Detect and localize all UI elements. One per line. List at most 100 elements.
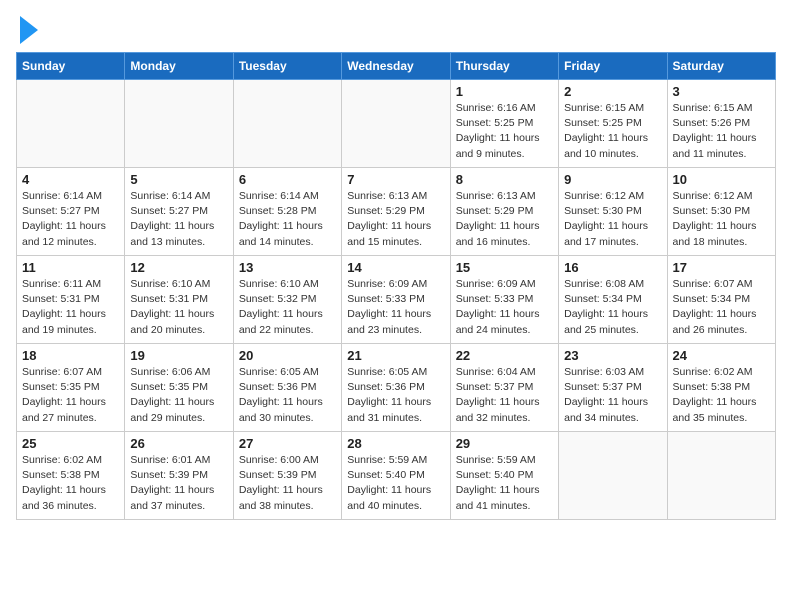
- calendar-cell: 2 Sunrise: 6:15 AMSunset: 5:25 PMDaylight…: [559, 80, 667, 168]
- calendar-cell: 13 Sunrise: 6:10 AMSunset: 5:32 PMDayligh…: [233, 256, 341, 344]
- calendar-cell: 27 Sunrise: 6:00 AMSunset: 5:39 PMDayligh…: [233, 432, 341, 520]
- day-info: Sunrise: 5:59 AMSunset: 5:40 PMDaylight:…: [347, 453, 444, 514]
- day-info: Sunrise: 6:02 AMSunset: 5:38 PMDaylight:…: [22, 453, 119, 514]
- calendar-cell: [233, 80, 341, 168]
- calendar-cell: 21 Sunrise: 6:05 AMSunset: 5:36 PMDayligh…: [342, 344, 450, 432]
- day-number: 6: [239, 172, 336, 187]
- day-number: 12: [130, 260, 227, 275]
- day-info: Sunrise: 6:14 AMSunset: 5:28 PMDaylight:…: [239, 189, 336, 250]
- logo: [16, 16, 38, 44]
- calendar-cell: [342, 80, 450, 168]
- day-number: 9: [564, 172, 661, 187]
- calendar-cell: [125, 80, 233, 168]
- calendar-cell: [559, 432, 667, 520]
- calendar-cell: 16Sunrise: 6:08 AMSunset: 5:34 PMDayligh…: [559, 256, 667, 344]
- calendar-cell: 1Sunrise: 6:16 AMSunset: 5:25 PMDaylight…: [450, 80, 558, 168]
- day-number: 20: [239, 348, 336, 363]
- day-info: Sunrise: 6:09 AMSunset: 5:33 PMDaylight:…: [456, 277, 553, 338]
- calendar-cell: 7 Sunrise: 6:13 AMSunset: 5:29 PMDaylight…: [342, 168, 450, 256]
- calendar-cell: 8 Sunrise: 6:13 AMSunset: 5:29 PMDaylight…: [450, 168, 558, 256]
- day-number: 27: [239, 436, 336, 451]
- calendar-cell: 23 Sunrise: 6:03 AMSunset: 5:37 PMDayligh…: [559, 344, 667, 432]
- day-number: 11: [22, 260, 119, 275]
- day-number: 21: [347, 348, 444, 363]
- calendar-week-4: 25 Sunrise: 6:02 AMSunset: 5:38 PMDayligh…: [17, 432, 776, 520]
- day-number: 24: [673, 348, 770, 363]
- calendar-cell: 28Sunrise: 5:59 AMSunset: 5:40 PMDayligh…: [342, 432, 450, 520]
- calendar-cell: 24 Sunrise: 6:02 AMSunset: 5:38 PMDayligh…: [667, 344, 775, 432]
- weekday-header-sunday: Sunday: [17, 53, 125, 80]
- day-info: Sunrise: 6:01 AMSunset: 5:39 PMDaylight:…: [130, 453, 227, 514]
- weekday-header-tuesday: Tuesday: [233, 53, 341, 80]
- day-info: Sunrise: 6:05 AMSunset: 5:36 PMDaylight:…: [239, 365, 336, 426]
- day-info: Sunrise: 6:14 AMSunset: 5:27 PMDaylight:…: [22, 189, 119, 250]
- calendar-cell: 18 Sunrise: 6:07 AMSunset: 5:35 PMDayligh…: [17, 344, 125, 432]
- day-info: Sunrise: 6:02 AMSunset: 5:38 PMDaylight:…: [673, 365, 770, 426]
- day-info: Sunrise: 6:13 AMSunset: 5:29 PMDaylight:…: [456, 189, 553, 250]
- day-info: Sunrise: 6:06 AMSunset: 5:35 PMDaylight:…: [130, 365, 227, 426]
- day-info: Sunrise: 6:07 AMSunset: 5:35 PMDaylight:…: [22, 365, 119, 426]
- calendar-cell: [667, 432, 775, 520]
- calendar-cell: 14 Sunrise: 6:09 AMSunset: 5:33 PMDayligh…: [342, 256, 450, 344]
- calendar-cell: 29Sunrise: 5:59 AMSunset: 5:40 PMDayligh…: [450, 432, 558, 520]
- day-info: Sunrise: 6:10 AMSunset: 5:32 PMDaylight:…: [239, 277, 336, 338]
- day-number: 8: [456, 172, 553, 187]
- day-number: 17: [673, 260, 770, 275]
- weekday-header-wednesday: Wednesday: [342, 53, 450, 80]
- calendar-cell: 6 Sunrise: 6:14 AMSunset: 5:28 PMDaylight…: [233, 168, 341, 256]
- calendar-cell: 12 Sunrise: 6:10 AMSunset: 5:31 PMDayligh…: [125, 256, 233, 344]
- day-number: 7: [347, 172, 444, 187]
- day-info: Sunrise: 6:12 AMSunset: 5:30 PMDaylight:…: [564, 189, 661, 250]
- calendar-cell: 15 Sunrise: 6:09 AMSunset: 5:33 PMDayligh…: [450, 256, 558, 344]
- day-number: 4: [22, 172, 119, 187]
- day-number: 15: [456, 260, 553, 275]
- day-info: Sunrise: 6:14 AMSunset: 5:27 PMDaylight:…: [130, 189, 227, 250]
- day-number: 3: [673, 84, 770, 99]
- day-number: 14: [347, 260, 444, 275]
- calendar-table: SundayMondayTuesdayWednesdayThursdayFrid…: [16, 52, 776, 520]
- calendar-week-2: 11 Sunrise: 6:11 AMSunset: 5:31 PMDayligh…: [17, 256, 776, 344]
- weekday-header-saturday: Saturday: [667, 53, 775, 80]
- weekday-header-thursday: Thursday: [450, 53, 558, 80]
- page-header: [16, 16, 776, 44]
- day-info: Sunrise: 6:11 AMSunset: 5:31 PMDaylight:…: [22, 277, 119, 338]
- day-number: 13: [239, 260, 336, 275]
- calendar-cell: 5 Sunrise: 6:14 AMSunset: 5:27 PMDaylight…: [125, 168, 233, 256]
- weekday-header-friday: Friday: [559, 53, 667, 80]
- calendar-week-3: 18 Sunrise: 6:07 AMSunset: 5:35 PMDayligh…: [17, 344, 776, 432]
- day-info: Sunrise: 6:10 AMSunset: 5:31 PMDaylight:…: [130, 277, 227, 338]
- day-info: Sunrise: 6:15 AMSunset: 5:25 PMDaylight:…: [564, 101, 661, 162]
- calendar-header-row: SundayMondayTuesdayWednesdayThursdayFrid…: [17, 53, 776, 80]
- day-info: Sunrise: 6:08 AMSunset: 5:34 PMDaylight:…: [564, 277, 661, 338]
- calendar-week-0: 1Sunrise: 6:16 AMSunset: 5:25 PMDaylight…: [17, 80, 776, 168]
- day-info: Sunrise: 6:09 AMSunset: 5:33 PMDaylight:…: [347, 277, 444, 338]
- day-info: Sunrise: 6:03 AMSunset: 5:37 PMDaylight:…: [564, 365, 661, 426]
- day-number: 10: [673, 172, 770, 187]
- day-number: 1: [456, 84, 553, 99]
- calendar-cell: 9 Sunrise: 6:12 AMSunset: 5:30 PMDaylight…: [559, 168, 667, 256]
- day-info: Sunrise: 6:12 AMSunset: 5:30 PMDaylight:…: [673, 189, 770, 250]
- calendar-cell: 26 Sunrise: 6:01 AMSunset: 5:39 PMDayligh…: [125, 432, 233, 520]
- calendar-cell: 11 Sunrise: 6:11 AMSunset: 5:31 PMDayligh…: [17, 256, 125, 344]
- day-info: Sunrise: 6:04 AMSunset: 5:37 PMDaylight:…: [456, 365, 553, 426]
- day-number: 23: [564, 348, 661, 363]
- day-number: 22: [456, 348, 553, 363]
- calendar-cell: 19 Sunrise: 6:06 AMSunset: 5:35 PMDayligh…: [125, 344, 233, 432]
- day-info: Sunrise: 6:05 AMSunset: 5:36 PMDaylight:…: [347, 365, 444, 426]
- day-number: 18: [22, 348, 119, 363]
- day-info: Sunrise: 6:13 AMSunset: 5:29 PMDaylight:…: [347, 189, 444, 250]
- day-info: Sunrise: 6:07 AMSunset: 5:34 PMDaylight:…: [673, 277, 770, 338]
- day-number: 2: [564, 84, 661, 99]
- day-number: 19: [130, 348, 227, 363]
- calendar-cell: 22 Sunrise: 6:04 AMSunset: 5:37 PMDayligh…: [450, 344, 558, 432]
- calendar-cell: [17, 80, 125, 168]
- day-number: 26: [130, 436, 227, 451]
- logo-arrow-icon: [20, 16, 38, 44]
- day-number: 25: [22, 436, 119, 451]
- calendar-cell: 10 Sunrise: 6:12 AMSunset: 5:30 PMDayligh…: [667, 168, 775, 256]
- day-info: Sunrise: 6:00 AMSunset: 5:39 PMDaylight:…: [239, 453, 336, 514]
- day-number: 5: [130, 172, 227, 187]
- day-info: Sunrise: 6:15 AMSunset: 5:26 PMDaylight:…: [673, 101, 770, 162]
- calendar-cell: 17 Sunrise: 6:07 AMSunset: 5:34 PMDayligh…: [667, 256, 775, 344]
- day-number: 29: [456, 436, 553, 451]
